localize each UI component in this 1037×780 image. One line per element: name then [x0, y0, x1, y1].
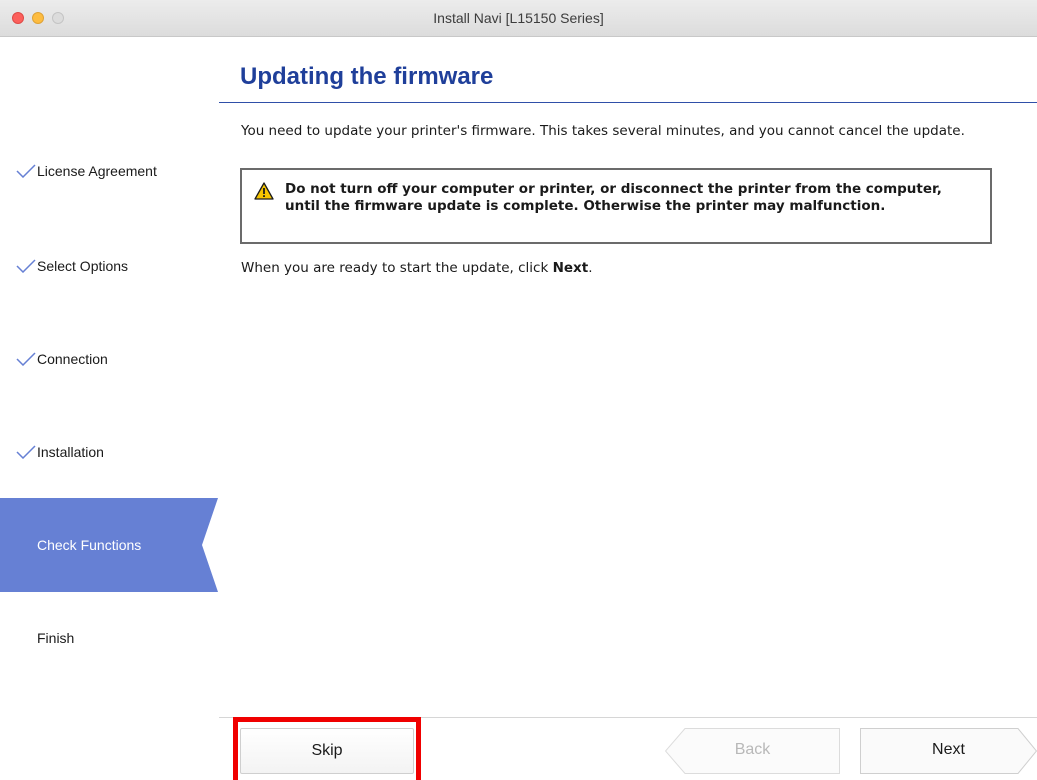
next-button-label: Next — [932, 741, 965, 758]
sidebar-step-license-agreement: License Agreement — [0, 124, 218, 218]
sidebar-step-finish: Finish — [0, 591, 218, 685]
active-step-notch — [202, 498, 218, 592]
install-navi-window: Install Navi [L15150 Series] License Agr… — [0, 0, 1037, 780]
sidebar-step-label: Installation — [37, 444, 104, 460]
back-button-label: Back — [734, 741, 771, 758]
intro-text: You need to update your printer's firmwa… — [241, 123, 965, 139]
title-bar[interactable]: Install Navi [L15150 Series] — [0, 0, 1037, 37]
warning-text: Do not turn off your computer or printer… — [285, 181, 942, 214]
warning-box: Do not turn off your computer or printer… — [240, 168, 992, 244]
back-button: Back — [665, 728, 840, 774]
checkmark-icon — [16, 312, 36, 406]
checkmark-icon — [16, 405, 36, 499]
title-divider — [219, 102, 1037, 103]
warning-icon — [254, 182, 274, 200]
sidebar-step-label: Check Functions — [37, 537, 142, 553]
ready-suffix: . — [588, 260, 593, 276]
ready-next-emphasis: Next — [552, 260, 589, 276]
window-title: Install Navi [L15150 Series] — [433, 10, 604, 26]
sidebar-step-label: Connection — [37, 351, 108, 367]
checkmark-icon — [16, 219, 36, 313]
sidebar-step-installation: Installation — [0, 405, 218, 499]
skip-highlight-box — [233, 717, 421, 780]
page-title: Updating the firmware — [240, 63, 494, 90]
steps-sidebar: License Agreement Select Options Connect… — [0, 38, 218, 780]
checkmark-icon — [16, 124, 36, 218]
sidebar-step-label: License Agreement — [37, 163, 157, 179]
ready-text: When you are ready to start the update, … — [241, 260, 553, 276]
sidebar-step-check-functions: Check Functions — [0, 498, 218, 592]
sidebar-step-select-options: Select Options — [0, 219, 218, 313]
sidebar-step-connection: Connection — [0, 312, 218, 406]
sidebar-step-label: Select Options — [37, 258, 129, 274]
next-button[interactable]: Next — [860, 728, 1037, 774]
ready-instruction: When you are ready to start the update, … — [241, 260, 593, 276]
sidebar-step-label: Finish — [37, 630, 75, 646]
